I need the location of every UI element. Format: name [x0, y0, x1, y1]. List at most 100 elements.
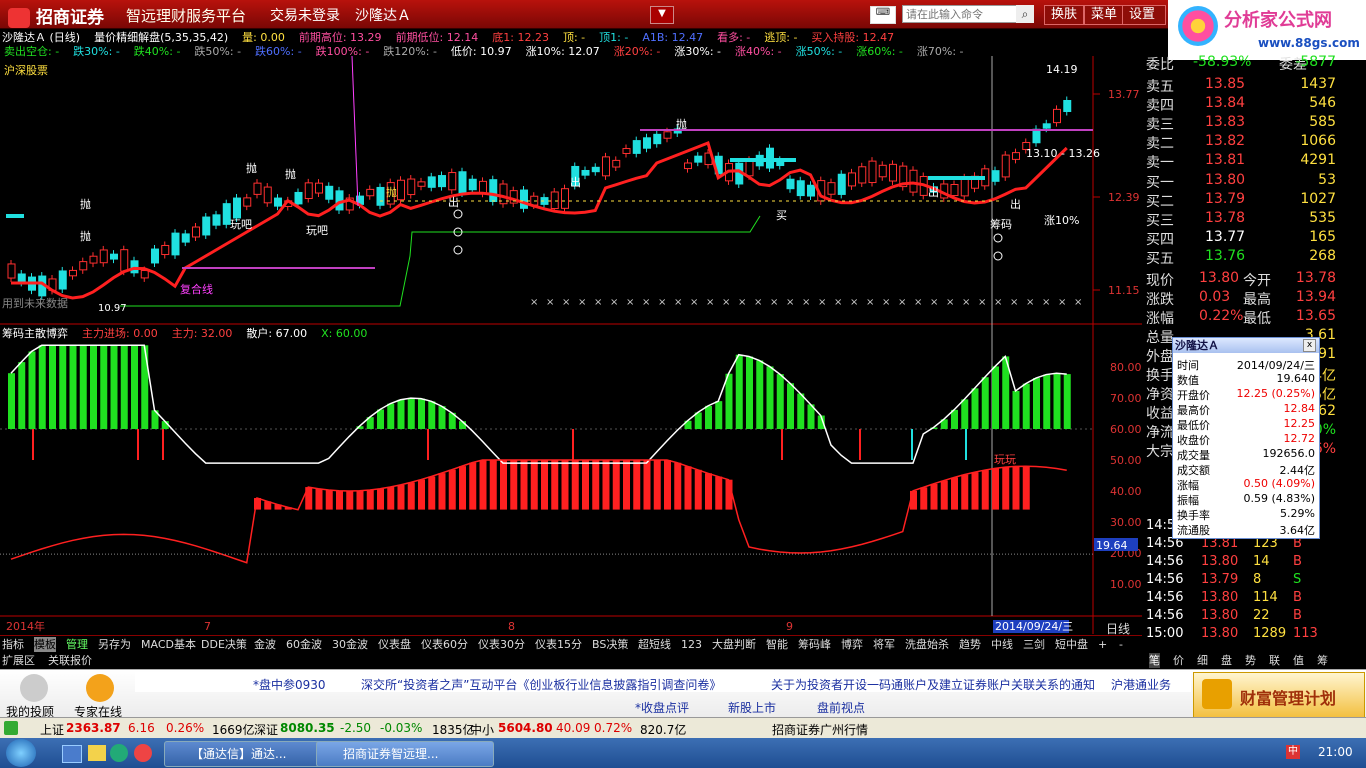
tab-20[interactable]: 将军: [873, 637, 895, 652]
retail-bar: [18, 362, 26, 429]
x-marker: ×: [834, 297, 842, 308]
tab-22[interactable]: 趋势: [959, 637, 981, 652]
close-icon[interactable]: x: [1303, 339, 1316, 352]
report-link[interactable]: 盘前视点: [817, 699, 865, 716]
news-item[interactable]: 深交所“投资者之声”互动平台《创业板行业信息披露指引调查问卷》: [361, 676, 721, 693]
browser-icon[interactable]: [110, 744, 128, 762]
tab-9[interactable]: 仪表盘: [378, 637, 411, 652]
period-label[interactable]: 日线: [1106, 620, 1130, 637]
tab-7[interactable]: 60金波: [286, 637, 322, 652]
candle: [120, 249, 129, 272]
tab-27[interactable]: -: [1119, 637, 1123, 652]
main-force-bar: [325, 490, 333, 510]
quote-row[interactable]: 卖五 13.85 1437: [1143, 76, 1339, 95]
main-force-bar: [366, 489, 374, 510]
media-icon[interactable]: [134, 744, 152, 762]
tab-13[interactable]: BS决策: [592, 637, 628, 652]
tab-16[interactable]: 大盘判断: [712, 637, 756, 652]
tab-5[interactable]: DDE决策: [201, 637, 247, 652]
retail-bar: [38, 345, 46, 429]
tab-4[interactable]: MACD基本: [141, 637, 196, 652]
extension-tabs: 扩展区 关联报价: [0, 652, 1142, 669]
wealth-plan-ad[interactable]: 财富管理计划: [1193, 672, 1365, 718]
advisor-avatar-icon[interactable]: [20, 674, 48, 702]
quote-tab-7[interactable]: 筹: [1317, 653, 1328, 668]
tick-side: S: [1293, 572, 1302, 587]
tab-15[interactable]: 123: [681, 637, 702, 652]
task-tdx[interactable]: 【通达信】通达...: [164, 741, 322, 767]
stat-row: 涨幅 0.22% 最低 13.65: [1143, 308, 1339, 327]
ext-tab-1[interactable]: 关联报价: [48, 653, 92, 668]
quote-row[interactable]: 买一 13.80 53: [1143, 172, 1339, 191]
quote-row[interactable]: 卖二 13.82 1066: [1143, 133, 1339, 152]
quote-row[interactable]: 卖一 13.81 4291: [1143, 152, 1339, 171]
tab-14[interactable]: 超短线: [638, 637, 671, 652]
quote-row[interactable]: 卖三 13.83 585: [1143, 114, 1339, 133]
tab-19[interactable]: 博弈: [841, 637, 863, 652]
expert-avatar-icon[interactable]: [86, 674, 114, 702]
report-link[interactable]: 新股上市: [728, 699, 776, 716]
tab-8[interactable]: 30金波: [332, 637, 368, 652]
tab-26[interactable]: +: [1098, 637, 1107, 652]
ma-line: [11, 141, 1068, 300]
settings-button[interactable]: 设置: [1122, 5, 1166, 25]
report-link[interactable]: *收盘点评: [635, 699, 689, 716]
main-force-bar: [479, 460, 487, 510]
dropdown-icon[interactable]: ▼: [650, 6, 674, 24]
menu-button[interactable]: 菜单: [1084, 5, 1125, 25]
tab-21[interactable]: 洗盘始杀: [905, 637, 949, 652]
tab-0[interactable]: 指标: [2, 637, 24, 652]
y-tick-label: 12.39: [1108, 191, 1140, 204]
skin-button[interactable]: 换肤: [1044, 5, 1085, 25]
quote-tab-6[interactable]: 值: [1293, 653, 1304, 668]
quote-row[interactable]: 买二 13.79 1027: [1143, 191, 1339, 210]
candle: [581, 169, 590, 176]
sub-y-tick-label: 80.00: [1110, 361, 1142, 374]
quote-row[interactable]: 买三 13.78 535: [1143, 210, 1339, 229]
login-status[interactable]: 交易未登录: [270, 5, 340, 25]
data-tooltip-window[interactable]: 沙隆达Ａ x 时间 2014/09/24/三 数值 19.640 开盘价 12.25 (0…: [1172, 337, 1320, 539]
ext-tab-0[interactable]: 扩展区: [2, 653, 35, 668]
news-item[interactable]: *盘中参0930: [253, 676, 326, 693]
tab-18[interactable]: 筹码峰: [798, 637, 831, 652]
quote-row[interactable]: 买四 13.77 165: [1143, 229, 1339, 248]
quote-tab-5[interactable]: 联: [1269, 653, 1280, 668]
tab-10[interactable]: 仪表60分: [421, 637, 468, 652]
news-item[interactable]: 关于为投资者开设一码通账户及建立证券账户关联关系的通知: [771, 676, 1095, 693]
news-item[interactable]: 沪港通业务: [1111, 676, 1171, 693]
quote-tab-1[interactable]: 价: [1173, 653, 1184, 668]
tab-11[interactable]: 仪表30分: [478, 637, 525, 652]
retail-bar: [787, 383, 794, 429]
command-input[interactable]: [902, 5, 1022, 23]
folder-icon[interactable]: [88, 745, 106, 761]
quote-tab-4[interactable]: 势: [1245, 653, 1256, 668]
tab-24[interactable]: 三剑: [1023, 637, 1045, 652]
tab-12[interactable]: 仪表15分: [535, 637, 582, 652]
x-marker: ×: [1074, 297, 1082, 308]
tab-6[interactable]: 金波: [254, 637, 276, 652]
retail-bar: [79, 345, 87, 429]
kline-chart[interactable]: 13.77 12.39 11.15 × × × × × × × × × × × × × × × × × × × × × × × × ×…: [0, 56, 1142, 636]
level-volume: 4291: [1300, 152, 1336, 168]
search-icon[interactable]: ⌕: [1016, 5, 1034, 23]
tab-3[interactable]: 另存为: [98, 637, 131, 652]
desktop-icon[interactable]: [62, 745, 82, 763]
keyboard-icon[interactable]: ⌨: [870, 6, 896, 24]
status-zx-amt: 820.7亿: [640, 723, 687, 737]
tooltip-row: 数值 19.640: [1173, 372, 1319, 387]
tab-25[interactable]: 短中盘: [1055, 637, 1088, 652]
quote-row[interactable]: 卖四 13.84 546: [1143, 95, 1339, 114]
quote-tab-2[interactable]: 细: [1197, 653, 1208, 668]
quote-tab-0[interactable]: 笔: [1149, 653, 1160, 668]
quote-row[interactable]: 买五 13.76 268: [1143, 248, 1339, 267]
start-button-icon[interactable]: [6, 739, 36, 767]
x-marker: ×: [882, 297, 890, 308]
tab-1[interactable]: 模板: [34, 637, 56, 652]
level-price: 13.77: [1205, 229, 1246, 245]
tab-23[interactable]: 中线: [991, 637, 1013, 652]
tab-17[interactable]: 智能: [766, 637, 788, 652]
tab-2[interactable]: 管理: [66, 637, 88, 652]
task-zhaoshang[interactable]: 招商证券智远理...: [316, 741, 494, 767]
ime-icon[interactable]: 中: [1286, 745, 1300, 759]
quote-tab-3[interactable]: 盘: [1221, 653, 1232, 668]
